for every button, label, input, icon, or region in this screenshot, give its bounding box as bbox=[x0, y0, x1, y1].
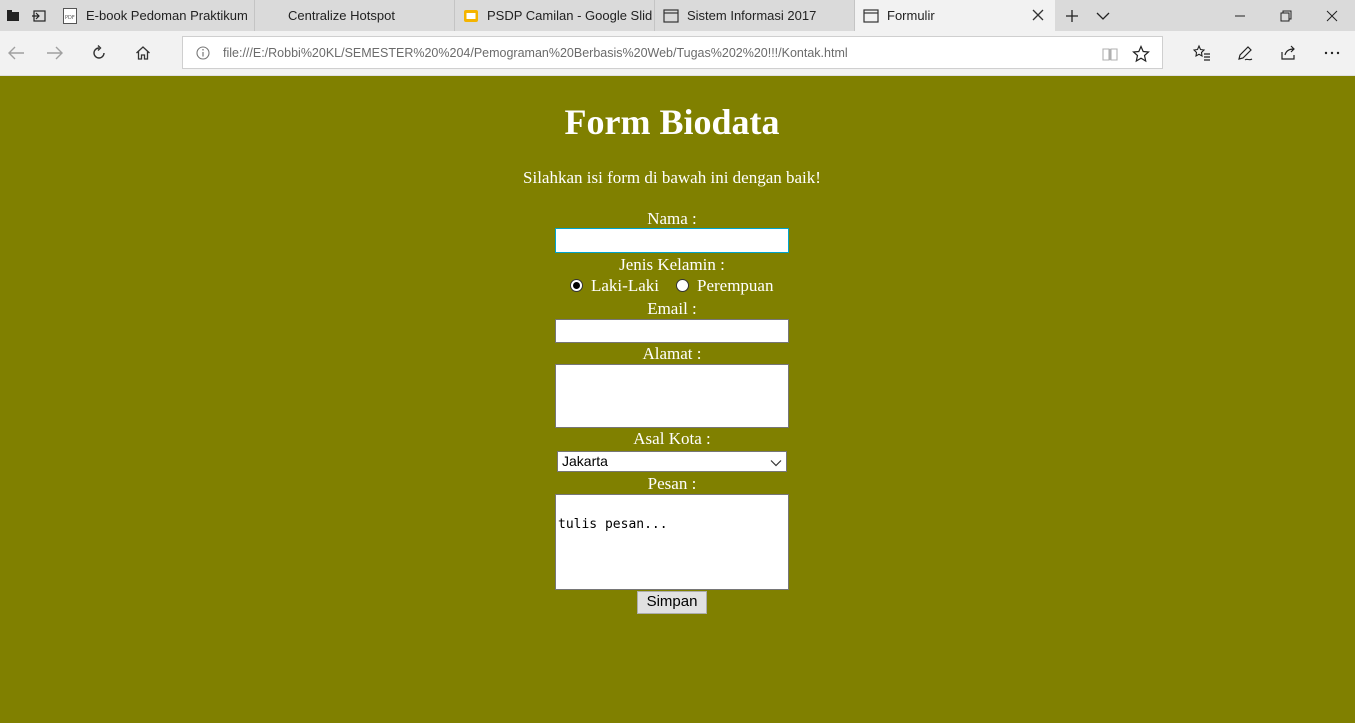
tab-formulir[interactable]: Formulir bbox=[855, 0, 1055, 31]
perempuan-label[interactable]: Perempuan bbox=[697, 276, 773, 296]
add-notes-pen-icon[interactable] bbox=[1229, 37, 1261, 69]
favorites-hub-icon[interactable] bbox=[1186, 37, 1218, 69]
tab-title: E-book Pedoman Praktikum bbox=[86, 8, 248, 23]
url-text[interactable]: file:///E:/Robbi%20KL/SEMESTER%20%204/Pe… bbox=[223, 46, 848, 60]
page-icon bbox=[863, 8, 879, 24]
chevron-down-icon bbox=[770, 455, 782, 467]
close-window-icon[interactable] bbox=[1309, 0, 1355, 31]
page-content: Form Biodata Silahkan isi form di bawah … bbox=[0, 76, 1355, 723]
tab-strip: PDF E-book Pedoman Praktikum Centralize … bbox=[0, 0, 1355, 31]
home-icon[interactable] bbox=[127, 37, 159, 69]
nama-input[interactable] bbox=[555, 228, 789, 253]
page-title: Form Biodata bbox=[564, 102, 780, 142]
favorite-star-icon[interactable] bbox=[1132, 45, 1150, 63]
radio-perempuan[interactable] bbox=[676, 279, 689, 292]
minimize-icon[interactable] bbox=[1217, 0, 1263, 31]
new-tab-icon[interactable] bbox=[1057, 0, 1087, 31]
back-icon[interactable] bbox=[0, 37, 32, 69]
set-tabs-aside-icon[interactable] bbox=[0, 0, 26, 31]
forward-icon[interactable] bbox=[39, 37, 71, 69]
tab-title: Formulir bbox=[887, 8, 935, 23]
kota-label: Asal Kota : bbox=[633, 429, 711, 448]
navigation-bar: file:///E:/Robbi%20KL/SEMESTER%20%204/Pe… bbox=[0, 31, 1355, 76]
simpan-button[interactable]: Simpan bbox=[637, 591, 707, 614]
alamat-label: Alamat : bbox=[642, 344, 702, 363]
email-label: Email : bbox=[647, 299, 697, 318]
pesan-label: Pesan : bbox=[647, 474, 697, 493]
tab-title: Sistem Informasi 2017 bbox=[687, 8, 817, 23]
tab-psdp-camilan[interactable]: PSDP Camilan - Google Slid bbox=[455, 0, 655, 31]
tab-sistem-informasi[interactable]: Sistem Informasi 2017 bbox=[655, 0, 855, 31]
tab-ebook[interactable]: PDF E-book Pedoman Praktikum bbox=[54, 0, 255, 31]
alamat-textarea[interactable] bbox=[555, 364, 789, 428]
nama-label: Nama : bbox=[647, 209, 697, 228]
refresh-icon[interactable] bbox=[83, 37, 115, 69]
radio-laki-laki[interactable] bbox=[570, 279, 583, 292]
tab-preview-chevron-icon[interactable] bbox=[1088, 0, 1118, 31]
reading-view-icon[interactable] bbox=[1101, 45, 1119, 63]
share-icon[interactable] bbox=[1272, 37, 1304, 69]
pdf-icon: PDF bbox=[62, 7, 78, 24]
svg-text:PDF: PDF bbox=[65, 15, 75, 21]
close-tab-icon[interactable] bbox=[1031, 8, 1045, 22]
form-intro: Silahkan isi form di bawah ini dengan ba… bbox=[523, 168, 821, 187]
google-slides-icon bbox=[463, 8, 479, 24]
email-input[interactable] bbox=[555, 319, 789, 343]
page-icon bbox=[663, 8, 679, 24]
info-icon[interactable] bbox=[195, 45, 211, 61]
kota-selected-value: Jakarta bbox=[562, 453, 608, 469]
gender-label: Jenis Kelamin : bbox=[619, 255, 725, 274]
kota-select[interactable]: Jakarta bbox=[557, 451, 787, 472]
restore-icon[interactable] bbox=[1263, 0, 1309, 31]
tab-title: PSDP Camilan - Google Slid bbox=[487, 8, 653, 23]
more-options-icon[interactable] bbox=[1316, 37, 1348, 69]
tabs-aside-icon[interactable] bbox=[26, 0, 52, 31]
address-bar[interactable]: file:///E:/Robbi%20KL/SEMESTER%20%204/Pe… bbox=[182, 36, 1163, 69]
laki-laki-label[interactable]: Laki-Laki bbox=[591, 276, 659, 296]
tab-title: Centralize Hotspot bbox=[288, 8, 395, 23]
pesan-textarea[interactable]: tulis pesan... bbox=[555, 494, 789, 590]
tab-centralize-hotspot[interactable]: Centralize Hotspot bbox=[255, 0, 455, 31]
